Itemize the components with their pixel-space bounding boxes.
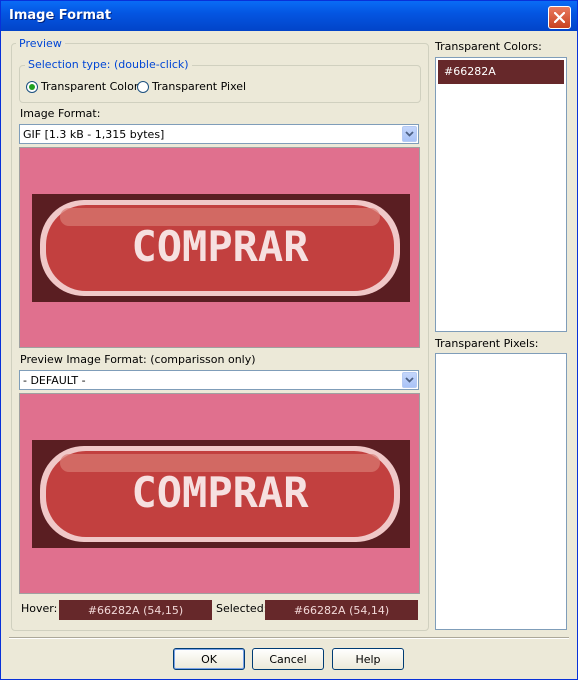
help-button[interactable]: Help — [332, 648, 404, 670]
cancel-button[interactable]: Cancel — [252, 648, 324, 670]
hover-swatch: #66282A (54,15) — [59, 600, 212, 620]
radio-icon — [137, 80, 149, 93]
radio-icon — [26, 80, 38, 93]
close-icon — [554, 12, 565, 23]
image-format-label: Image Format: — [20, 107, 101, 120]
list-item[interactable]: #66282A — [438, 60, 564, 84]
transparent-color-label: Transparent Color — [41, 80, 139, 93]
close-button[interactable] — [548, 6, 571, 29]
selected-value: #66282A (54,14) — [293, 603, 390, 617]
image-format-value: GIF [1.3 kB - 1,315 bytes] — [23, 128, 165, 141]
preview-image-text: COMPRAR — [131, 222, 309, 271]
transparent-pixels-list[interactable] — [435, 353, 567, 630]
image-format-select[interactable]: GIF [1.3 kB - 1,315 bytes] — [19, 124, 419, 144]
hover-label: Hover: — [21, 602, 58, 615]
footer-separator — [9, 637, 569, 639]
transparent-colors-list[interactable]: #66282A — [435, 57, 567, 332]
selection-type-legend: Selection type: (double-click) — [25, 58, 192, 71]
image-preview[interactable]: COMPRAR — [19, 147, 420, 348]
hover-value: #66282A (54,15) — [87, 603, 184, 617]
chevron-down-icon[interactable] — [402, 372, 417, 388]
selected-label: Selected: — [216, 602, 268, 615]
comparison-image-text: COMPRAR — [131, 468, 309, 517]
comparison-preview[interactable]: COMPRAR — [19, 393, 420, 594]
ok-button[interactable]: OK — [173, 648, 245, 670]
window-title: Image Format — [9, 8, 112, 23]
transparent-pixel-label: Transparent Pixel — [152, 80, 247, 93]
title-bar[interactable]: Image Format — [1, 1, 577, 31]
transparent-pixel-radio[interactable]: Transparent Pixel — [137, 80, 246, 93]
transparent-pixels-label: Transparent Pixels: — [435, 337, 539, 350]
preview-image-format-value: - DEFAULT - — [23, 374, 86, 387]
compra-button-comparison-image: COMPRAR — [32, 440, 410, 548]
compra-button-image: COMPRAR — [32, 194, 410, 302]
preview-image-format-select[interactable]: - DEFAULT - — [19, 370, 419, 390]
preview-legend: Preview — [16, 37, 65, 50]
chevron-down-icon[interactable] — [402, 126, 417, 142]
preview-image-format-label: Preview Image Format: (comparisson only) — [20, 353, 256, 366]
image-format-dialog: Image Format Preview Selection type: (do… — [0, 0, 578, 680]
selected-swatch: #66282A (54,14) — [265, 600, 418, 620]
transparent-color-radio[interactable]: Transparent Color — [26, 80, 138, 93]
transparent-colors-label: Transparent Colors: — [435, 40, 542, 53]
